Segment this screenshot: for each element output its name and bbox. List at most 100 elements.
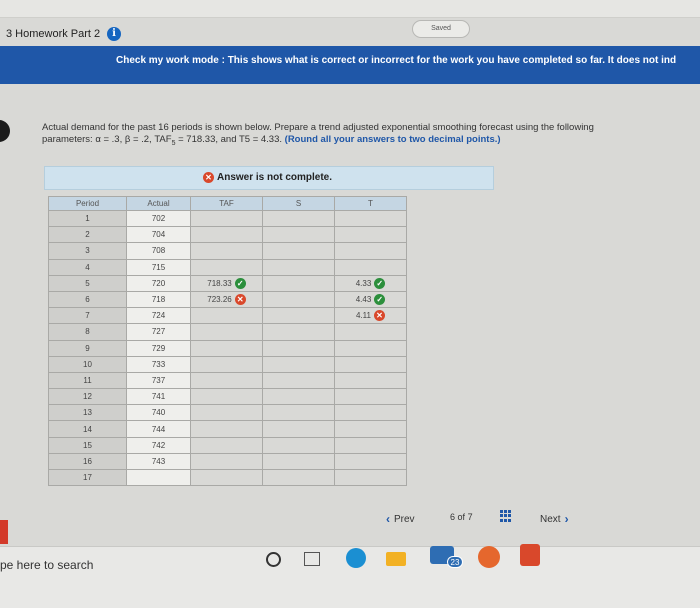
actual-cell: 741 — [126, 388, 191, 406]
t-cell[interactable] — [334, 226, 407, 244]
actual-cell: 715 — [126, 258, 191, 276]
side-tab[interactable] — [0, 520, 8, 544]
taf-cell[interactable] — [190, 355, 263, 373]
s-cell[interactable] — [262, 452, 335, 471]
table-row: 10 733 — [48, 355, 407, 373]
s-cell[interactable] — [262, 323, 335, 341]
s-cell[interactable] — [262, 371, 335, 390]
cortana-icon[interactable] — [266, 552, 281, 567]
taf-cell[interactable]: 723.26 ✕ — [190, 290, 263, 309]
s-cell[interactable] — [262, 404, 335, 422]
firefox-icon[interactable] — [478, 546, 500, 568]
edge-icon[interactable] — [346, 548, 366, 568]
table-row: 17 — [48, 468, 407, 487]
t-cell[interactable] — [334, 258, 407, 276]
chevron-right-icon: › — [564, 512, 569, 526]
t-cell[interactable] — [334, 452, 407, 471]
taf-cell[interactable] — [190, 339, 263, 357]
t-cell[interactable]: 4.43 ✓ — [334, 290, 407, 309]
prev-label: Prev — [394, 513, 415, 525]
s-cell[interactable] — [262, 468, 335, 487]
rounding-instruction: (Round all your answers to two decimal p… — [284, 134, 501, 145]
actual-cell: 727 — [126, 323, 191, 341]
period-cell: 4 — [48, 258, 127, 276]
taskbar-search[interactable]: pe here to search — [0, 558, 93, 572]
x-circle-icon: ✕ — [203, 172, 214, 183]
taf-cell[interactable] — [190, 468, 263, 487]
s-cell[interactable] — [262, 258, 335, 276]
period-cell: 15 — [48, 436, 127, 454]
file-explorer-icon[interactable] — [386, 552, 406, 566]
grid-icon[interactable] — [500, 510, 512, 522]
t-cell[interactable] — [334, 436, 407, 454]
taf-cell-value-wrap: 723.26 ✕ — [207, 294, 246, 306]
info-icon[interactable]: i — [107, 27, 121, 41]
assignment-title[interactable]: 3 Homework Part 2 — [6, 28, 100, 40]
t-cell[interactable] — [334, 388, 407, 406]
taf-cell[interactable] — [190, 242, 263, 260]
s-cell[interactable] — [262, 339, 335, 357]
s-cell[interactable] — [262, 307, 335, 325]
table-header-row: Period Actual TAF S T — [48, 196, 407, 211]
taf-cell[interactable] — [190, 323, 263, 341]
t-cell[interactable] — [334, 468, 407, 487]
table-row: 5 720 718.33 ✓ 4.33 ✓ — [48, 274, 407, 292]
t-cell[interactable] — [334, 339, 407, 357]
t-cell[interactable] — [334, 209, 407, 228]
s-cell[interactable] — [262, 209, 335, 228]
s-cell[interactable] — [262, 388, 335, 406]
taf-cell[interactable] — [190, 258, 263, 276]
office-icon[interactable] — [520, 544, 540, 566]
t-cell[interactable] — [334, 371, 407, 390]
s-cell[interactable] — [262, 420, 335, 438]
taf-cell[interactable] — [190, 371, 263, 390]
period-cell: 2 — [48, 226, 127, 244]
taf-cell[interactable] — [190, 209, 263, 228]
page-total: 7 — [467, 512, 473, 522]
taf-cell[interactable] — [190, 307, 263, 325]
prev-button[interactable]: ‹ Prev — [386, 512, 415, 526]
taf-cell[interactable] — [190, 452, 263, 471]
taf-cell[interactable] — [190, 404, 263, 422]
period-cell: 16 — [48, 452, 127, 471]
actual-cell: 708 — [126, 242, 191, 260]
period-cell: 7 — [48, 307, 127, 325]
table-row: 1 702 — [48, 209, 407, 228]
taf-cell[interactable]: 718.33 ✓ — [190, 274, 263, 292]
t-cell[interactable] — [334, 323, 407, 341]
answer-status-text: Answer is not complete. — [217, 172, 333, 183]
s-cell[interactable] — [262, 242, 335, 260]
check-work-banner: Check my work mode : This shows what is … — [0, 46, 700, 84]
table-row: 13 740 — [48, 404, 407, 422]
s-cell[interactable] — [262, 274, 335, 292]
table-row: 9 729 — [48, 339, 407, 357]
s-cell[interactable] — [262, 290, 335, 309]
t-cell-value: 4.11 — [356, 311, 371, 321]
t-cell[interactable]: 4.33 ✓ — [334, 274, 407, 292]
s-cell[interactable] — [262, 355, 335, 373]
s-cell[interactable] — [262, 436, 335, 454]
check-circle-icon: ✓ — [374, 294, 386, 306]
table-row: 12 741 — [48, 388, 407, 406]
actual-cell: 729 — [126, 339, 191, 357]
t-cell[interactable] — [334, 404, 407, 422]
taf-cell[interactable] — [190, 436, 263, 454]
period-cell: 14 — [48, 420, 127, 438]
t-cell-value-wrap: 4.11 ✕ — [356, 310, 385, 322]
taf-cell[interactable] — [190, 388, 263, 406]
t-cell[interactable] — [334, 355, 407, 373]
header-taf: TAF — [190, 196, 263, 211]
t-cell[interactable]: 4.11 ✕ — [334, 307, 407, 325]
task-view-icon[interactable] — [304, 552, 320, 566]
taf-cell[interactable] — [190, 226, 263, 244]
s-cell[interactable] — [262, 226, 335, 244]
header-t: T — [334, 196, 407, 211]
page-indicator: 6 of 7 — [450, 512, 473, 522]
t-cell[interactable] — [334, 420, 407, 438]
taf-cell-value: 718.33 — [207, 278, 232, 288]
actual-cell: 743 — [126, 452, 191, 471]
t-cell[interactable] — [334, 242, 407, 260]
taf-cell[interactable] — [190, 420, 263, 438]
next-button[interactable]: Next › — [540, 512, 569, 526]
period-cell: 8 — [48, 323, 127, 341]
